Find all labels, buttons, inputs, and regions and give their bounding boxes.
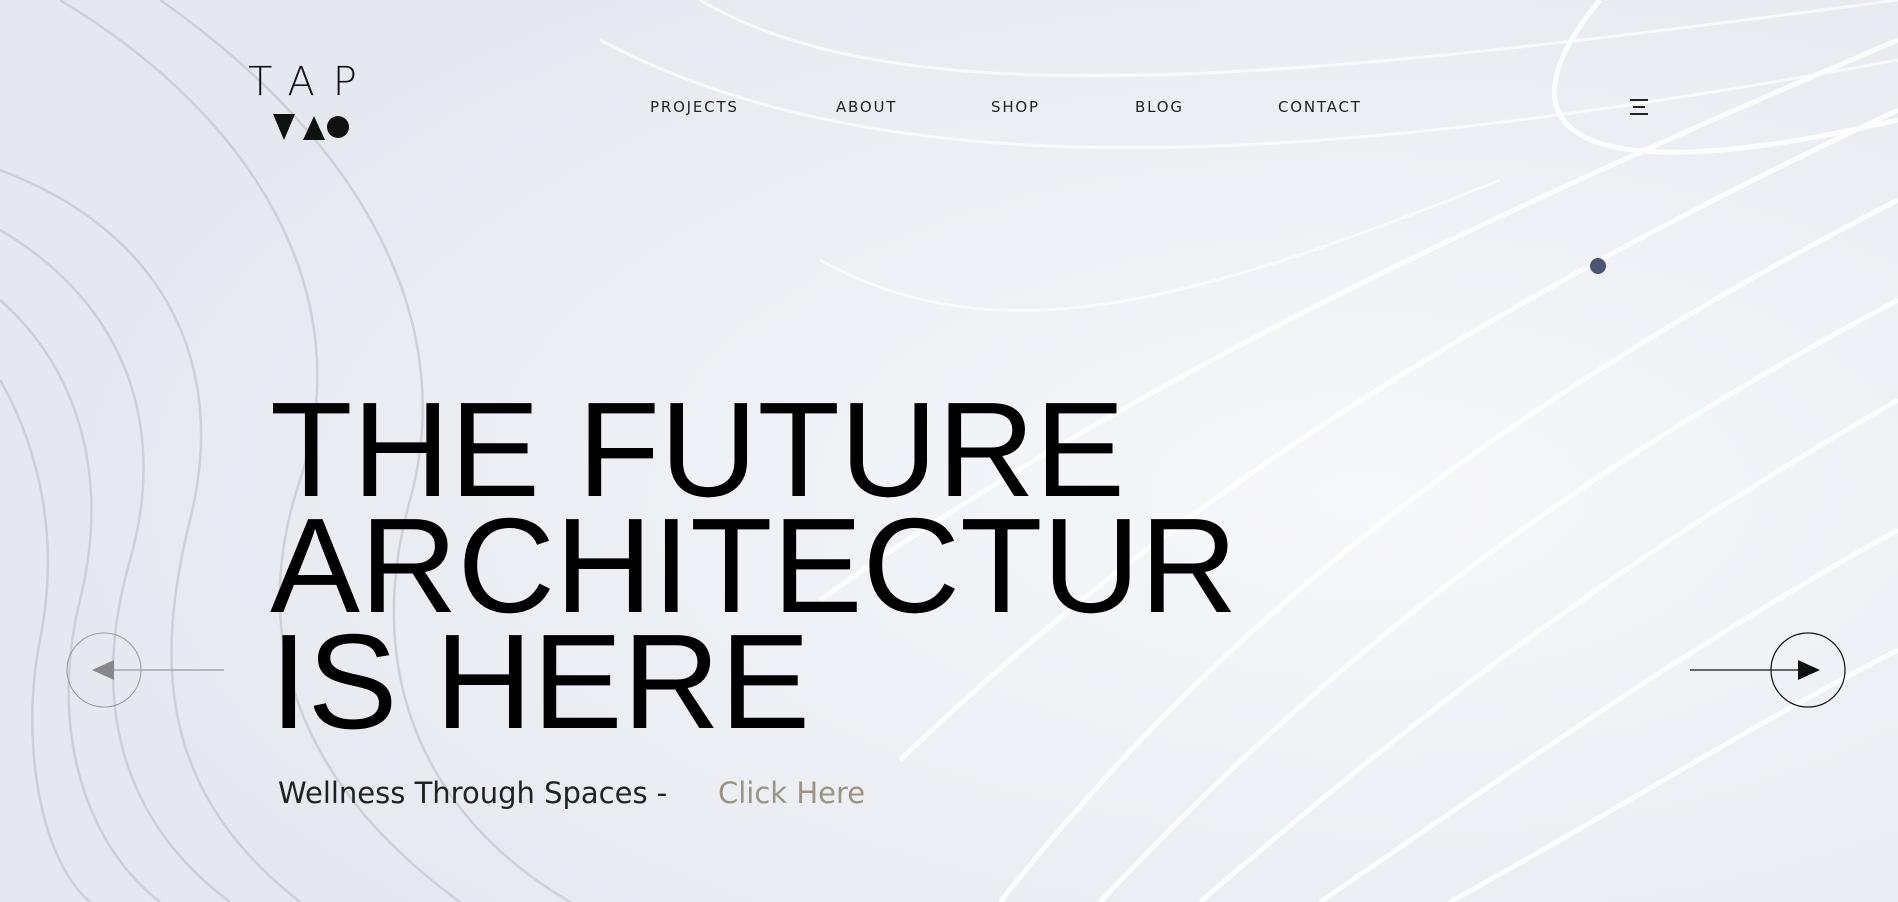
slider-next-button[interactable] — [1688, 632, 1848, 708]
arrow-left-icon — [66, 632, 224, 708]
click-here-link[interactable]: Click Here — [718, 776, 865, 810]
hero-tagline: Wellness Through Spaces - — [278, 776, 668, 810]
nav-about[interactable]: ABOUT — [836, 98, 897, 116]
slider-prev-button[interactable] — [66, 632, 226, 708]
indicator-dot — [1590, 258, 1606, 274]
hero-title-line-3: IS HERE — [270, 606, 811, 740]
hamburger-menu-icon[interactable] — [1630, 99, 1648, 119]
hero-title: THE FUTURE ARCHITECTURE IS HERE — [270, 392, 1244, 740]
main-navigation: PROJECTS ABOUT SHOP BLOG CONTACT — [0, 98, 1898, 118]
nav-shop[interactable]: SHOP — [991, 98, 1040, 116]
brand-logo-text: TAP — [248, 59, 375, 105]
nav-projects[interactable]: PROJECTS — [650, 98, 739, 116]
arrow-right-icon — [1690, 632, 1846, 708]
nav-contact[interactable]: CONTACT — [1278, 98, 1362, 116]
nav-blog[interactable]: BLOG — [1135, 98, 1184, 116]
